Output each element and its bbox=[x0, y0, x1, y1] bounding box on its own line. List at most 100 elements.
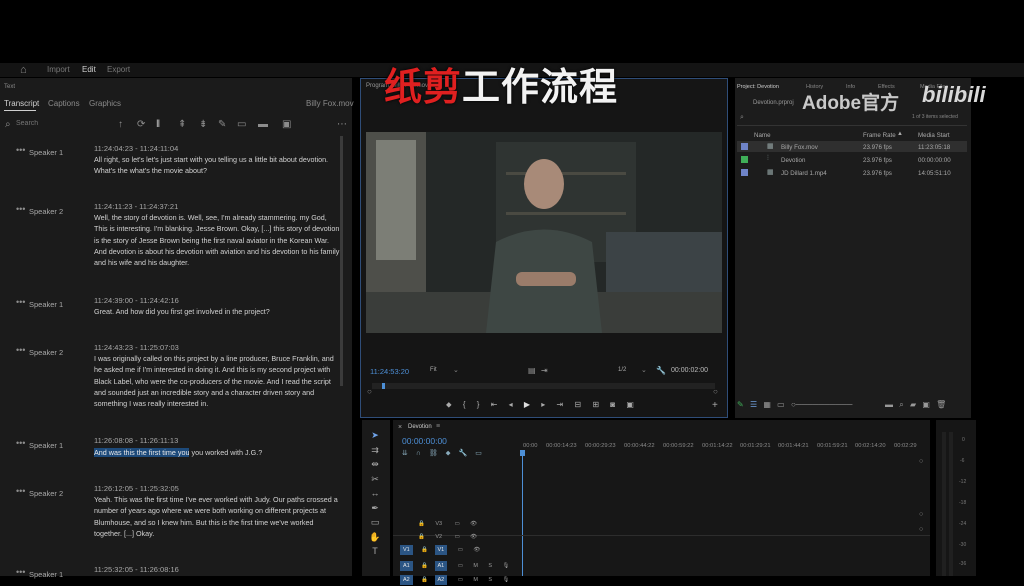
step-back-icon[interactable]: ◂ bbox=[509, 400, 513, 409]
scroll-handle-icon[interactable]: ○ bbox=[919, 511, 923, 518]
eye-icon[interactable]: 👁 bbox=[473, 547, 480, 553]
segment-menu-icon[interactable]: ••• bbox=[16, 204, 25, 214]
close-icon[interactable]: × bbox=[398, 424, 402, 431]
split-icon[interactable]: ‖ bbox=[156, 119, 160, 130]
freeform-view-icon[interactable]: ▭ bbox=[777, 400, 785, 409]
segment-menu-icon[interactable]: ••• bbox=[16, 345, 25, 355]
project-item-name[interactable]: Billy Fox.mov bbox=[781, 144, 818, 151]
column-name[interactable]: Name bbox=[754, 132, 771, 139]
search-icon[interactable]: ⌕ bbox=[740, 114, 744, 122]
export-tab[interactable]: Export bbox=[107, 65, 130, 74]
overwrite-icon[interactable]: ▬ bbox=[258, 119, 268, 130]
import-tab[interactable]: Import bbox=[47, 65, 70, 74]
up-arrow-icon[interactable]: ↑ bbox=[118, 119, 123, 130]
pencil-icon[interactable]: ✎ bbox=[218, 119, 226, 130]
insert-icon[interactable]: ▭ bbox=[237, 119, 246, 130]
zoom-handle-icon[interactable]: ○ bbox=[713, 387, 718, 396]
segment-menu-icon[interactable]: ••• bbox=[16, 438, 25, 448]
sequence-tab[interactable]: Devotion bbox=[408, 424, 432, 430]
transport-controls[interactable]: ⬥ { } ⇤ ◂ ▶ ▸ ⇥ ⊟ ⊞ ◙ ▣ bbox=[446, 400, 634, 410]
export-icon[interactable]: ▣ bbox=[282, 119, 291, 130]
track-select-icon[interactable]: ⇉ bbox=[368, 443, 382, 458]
overwrite-icon[interactable]: ⊞ bbox=[592, 400, 599, 409]
selection-tool-icon[interactable]: ➤ bbox=[368, 428, 382, 443]
segment-text[interactable]: And was this the first time you you work… bbox=[94, 447, 342, 458]
zoom-slider[interactable]: ○────────── bbox=[791, 400, 853, 409]
play-icon[interactable]: ▶ bbox=[524, 400, 530, 409]
sync-lock-icon[interactable]: ▭ bbox=[458, 577, 463, 583]
segment-menu-icon[interactable]: ••• bbox=[16, 145, 25, 155]
speaker-label[interactable]: Speaker 1 bbox=[29, 300, 63, 309]
chevron-down-icon[interactable]: ⌄ bbox=[453, 366, 459, 374]
segment-menu-icon[interactable]: ••• bbox=[16, 486, 25, 496]
solo-button[interactable]: S bbox=[488, 577, 492, 583]
resolution-select[interactable]: 1/2 bbox=[618, 367, 626, 373]
merge-down-icon[interactable]: ⇟ bbox=[199, 119, 207, 130]
segment-menu-icon[interactable]: ••• bbox=[16, 297, 25, 307]
insert-sequence-icon[interactable]: ⇊ bbox=[402, 450, 408, 457]
speaker-label[interactable]: Speaker 1 bbox=[29, 441, 63, 450]
playhead-handle[interactable] bbox=[520, 450, 525, 456]
list-view-icon[interactable]: ☰ bbox=[750, 400, 757, 409]
merge-up-icon[interactable]: ⇞ bbox=[178, 119, 186, 130]
sync-icon[interactable]: ⟳ bbox=[137, 119, 145, 130]
home-icon[interactable]: ⌂ bbox=[20, 64, 27, 76]
timeline-timecode[interactable]: 00:00:00:00 bbox=[402, 436, 447, 446]
project-item-name[interactable]: JD Dillard 1.mp4 bbox=[781, 170, 827, 177]
column-frame-rate[interactable]: Frame Rate bbox=[863, 132, 896, 139]
track-header-a2[interactable]: A2 🔒 A2 ▭ M S 🎙 bbox=[400, 568, 510, 586]
segment-text[interactable]: All right, so let's let's just start wit… bbox=[94, 154, 342, 177]
rectangle-tool-icon[interactable]: ▭ bbox=[368, 515, 382, 530]
wrench-icon[interactable]: 🔧 bbox=[656, 366, 666, 375]
marker-icon[interactable]: ⬥ bbox=[446, 400, 452, 409]
lock-icon[interactable]: 🔒 bbox=[421, 577, 428, 583]
speaker-label[interactable]: Speaker 2 bbox=[29, 207, 63, 216]
program-scrub-bar[interactable] bbox=[372, 383, 715, 389]
new-item-icon[interactable]: ▣ bbox=[922, 400, 930, 409]
speaker-label[interactable]: Speaker 2 bbox=[29, 348, 63, 357]
selected-text[interactable]: And was this the first time you bbox=[94, 448, 190, 457]
project-item-name[interactable]: Devotion bbox=[781, 157, 805, 164]
ripple-edit-icon[interactable]: ⇹ bbox=[368, 457, 382, 472]
chevron-down-icon[interactable]: ⌄ bbox=[641, 366, 647, 374]
wrench-icon[interactable]: 🔧 bbox=[459, 450, 468, 457]
mark-in-icon[interactable]: { bbox=[463, 400, 466, 409]
tab-project[interactable]: Project: Devotion bbox=[737, 84, 779, 90]
pencil-icon[interactable]: ✎ bbox=[737, 400, 744, 409]
speaker-label[interactable]: Speaker 2 bbox=[29, 489, 63, 498]
icon-view-icon[interactable]: ▦ bbox=[763, 400, 771, 409]
trash-icon[interactable]: 🗑 bbox=[936, 400, 946, 409]
track-name[interactable]: A2 bbox=[434, 575, 448, 585]
marker-icon[interactable]: ⬥ bbox=[446, 450, 451, 457]
project-footer-tools[interactable]: ✎ ☰ ▦ ▭ ○────────── bbox=[737, 400, 852, 409]
segment-text[interactable]: Great. And how did you first get involve… bbox=[94, 306, 342, 317]
mute-button[interactable]: M bbox=[473, 577, 478, 583]
hand-tool-icon[interactable]: ✋ bbox=[368, 530, 382, 545]
speaker-label[interactable]: Speaker 1 bbox=[29, 570, 63, 579]
fit-icon[interactable]: ⇥ bbox=[541, 366, 548, 375]
timeline-toolbar[interactable]: ⇊ ∩ ⛓ ⬥ 🔧 ▭ bbox=[402, 449, 482, 458]
edit-tab[interactable]: Edit bbox=[82, 65, 96, 74]
new-bin-icon[interactable]: ▬ bbox=[885, 400, 893, 409]
video-frame[interactable] bbox=[366, 132, 722, 333]
project-footer-actions[interactable]: ▬ ⌕ ▰ ▣ 🗑 bbox=[885, 400, 946, 410]
tab-graphics[interactable]: Graphics bbox=[89, 99, 121, 108]
insert-icon[interactable]: ⊟ bbox=[574, 400, 581, 409]
label-color[interactable] bbox=[741, 143, 748, 150]
more-icon[interactable]: ⋯ bbox=[337, 119, 347, 130]
mark-out-icon[interactable]: } bbox=[477, 400, 480, 409]
text-rest[interactable]: you worked with J.G.? bbox=[189, 448, 262, 457]
source-patch-a2[interactable]: A2 bbox=[400, 575, 413, 585]
scroll-handle-icon[interactable]: ○ bbox=[919, 458, 923, 465]
step-forward-icon[interactable]: ▸ bbox=[541, 400, 545, 409]
segment-text[interactable]: I was originally called on this project … bbox=[94, 353, 342, 409]
go-to-out-icon[interactable]: ⇥ bbox=[556, 400, 563, 409]
timeline-playhead[interactable] bbox=[522, 451, 523, 576]
lock-icon[interactable]: 🔒 bbox=[421, 547, 428, 553]
segment-text[interactable]: Well, the story of devotion is. Well, se… bbox=[94, 212, 342, 268]
slip-icon[interactable]: ↔ bbox=[368, 486, 382, 501]
camera-icon[interactable]: ◙ bbox=[610, 400, 615, 409]
settings-icon[interactable]: ▤ bbox=[528, 366, 536, 375]
tab-captions[interactable]: Captions bbox=[48, 99, 80, 108]
linked-selection-icon[interactable]: ⛓ bbox=[429, 450, 438, 457]
